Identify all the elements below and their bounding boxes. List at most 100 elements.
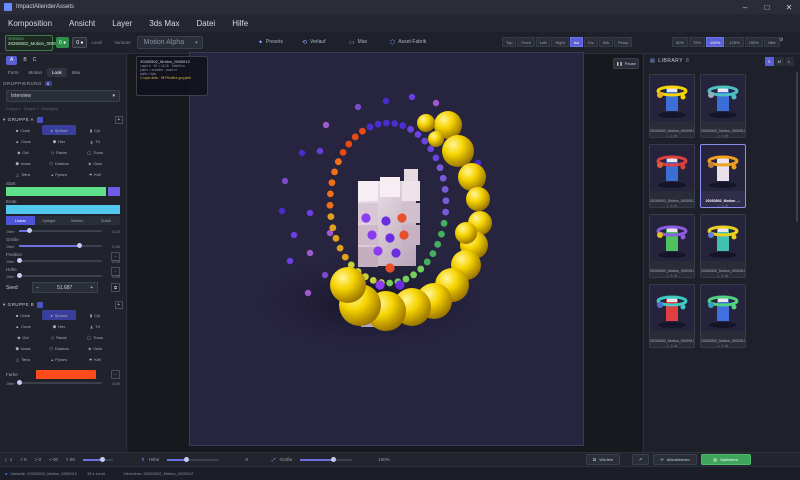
library-card[interactable]: 20260502_Motion_0000013 ◐ ◎ ⊕ xyxy=(700,284,746,348)
group-a-checkbox[interactable] xyxy=(36,116,43,123)
group-b-shape-octa[interactable]: ◈ Octa xyxy=(78,343,112,353)
group-a-shape-cyl[interactable]: ▮ Cyl xyxy=(78,125,112,135)
library-card-actions[interactable]: ◐ ◎ ⊕ xyxy=(650,344,694,347)
refresh-button[interactable]: ⟳ Aktualisieren xyxy=(653,454,697,465)
group-b-shape-oct[interactable]: ◆ Oct xyxy=(6,332,40,342)
library-card[interactable]: 20260502_Motion_... ◐ ◎ ⊕ xyxy=(700,144,746,208)
color-more-button[interactable]: ⋯ xyxy=(111,369,120,379)
count-chip-dark[interactable]: 0 ● xyxy=(72,37,88,48)
group-b-shape-cone[interactable]: ▲ Cone xyxy=(6,321,40,331)
group-b-shape-torus[interactable]: ◯ Torus xyxy=(78,332,112,342)
view-button-right[interactable]: Right xyxy=(551,37,569,47)
tab-motion[interactable]: Motion xyxy=(24,68,48,77)
zoom-button-75[interactable]: 75% xyxy=(689,37,706,47)
color-jitter-slider[interactable] xyxy=(16,380,102,385)
group-b-shape-sphere[interactable]: ● Sphere xyxy=(42,310,76,320)
timecode-1[interactable]: < 0 xyxy=(20,457,26,462)
library-card-actions[interactable]: ◐ ◎ ⊕ xyxy=(701,344,745,347)
size-slider[interactable] xyxy=(18,243,102,248)
group-a-shape-tetra[interactable]: △ Tetra xyxy=(6,169,40,179)
library-card[interactable]: 20260502_Motion_0000013 ◐ ◎ ⊕ xyxy=(649,214,695,278)
start-color-picker-icon[interactable] xyxy=(108,187,120,196)
group-a-shape-raute[interactable]: ◇ Raute xyxy=(42,147,76,157)
collapse-icon[interactable]: ▾ xyxy=(3,302,6,308)
tab-max[interactable]: Max xyxy=(67,68,86,77)
grouping-dropdown[interactable]: Interview ▾ xyxy=(6,90,120,102)
group-a-shape-hex[interactable]: ⬢ Hex xyxy=(42,136,76,146)
view-button-left[interactable]: Left xyxy=(535,37,551,47)
tab-look[interactable]: Look xyxy=(47,67,67,77)
position-slider[interactable] xyxy=(16,258,102,263)
group-a-shape-cube[interactable]: ■ Cube xyxy=(6,125,40,135)
color-swatch[interactable] xyxy=(35,369,96,379)
group-a-shape-cone[interactable]: ▲ Cone xyxy=(6,136,40,146)
zoom-button-50[interactable]: 50% xyxy=(672,37,689,47)
library-card-actions[interactable]: ◐ ◎ ⊕ xyxy=(650,274,694,277)
version-badge[interactable]: VERSION 20260502_Motion_0000012 xyxy=(5,34,64,51)
view-button-top[interactable]: Top xyxy=(502,37,517,47)
asset-factory-button[interactable]: ⬡ Asset-Fabrik xyxy=(384,36,432,48)
end-color-swatch[interactable] xyxy=(6,205,120,214)
group-a-header[interactable]: ▾ GRUPPE A + xyxy=(0,114,126,125)
mode-wellen[interactable]: Wellen xyxy=(63,216,92,225)
seed-stepper[interactable]: − 51.687 + xyxy=(31,282,98,293)
collapse-icon[interactable]: ▾ xyxy=(3,117,6,123)
zoom-button-150[interactable]: 150% xyxy=(744,37,763,47)
group-a-shape-torus[interactable]: ◯ Torus xyxy=(78,147,112,157)
time-slider[interactable] xyxy=(82,456,113,462)
library-card[interactable]: 20260502_Motion_0000013 ◐ ◎ ⊕ xyxy=(700,214,746,278)
size-m-button[interactable]: M xyxy=(775,56,784,66)
group-b-checkbox[interactable] xyxy=(37,301,44,308)
group-a-shape-oct[interactable]: ◆ Oct xyxy=(6,147,40,157)
view-button-iso[interactable]: Iso xyxy=(569,37,584,47)
menu-komposition[interactable]: Komposition xyxy=(8,19,52,28)
group-b-shape-dodeca[interactable]: ⬠ Dodeca xyxy=(42,343,76,353)
library-scrollbar[interactable] xyxy=(796,72,798,222)
library-card[interactable]: 20260502_Motion_0000013 ◐ ◎ ⊕ xyxy=(700,74,746,138)
layer-tab-a[interactable]: A xyxy=(6,55,18,65)
maximize-icon[interactable]: □ xyxy=(756,0,778,14)
max-button[interactable]: ▭ Max xyxy=(343,36,373,48)
variant-select[interactable]: Motion Alpha ▾ xyxy=(136,36,203,49)
group-b-shape-icosa[interactable]: ⬟ Icosa xyxy=(6,343,40,353)
group-a-shape-icosa[interactable]: ⬟ Icosa xyxy=(6,158,40,168)
library-card-actions[interactable]: ◐ ◎ ⊕ xyxy=(701,274,745,277)
library-card-actions[interactable]: ◐ ◎ ⊕ xyxy=(650,204,694,207)
group-a-add-button[interactable]: + xyxy=(115,115,123,124)
zoom-button-hilfe[interactable]: Hilfe xyxy=(763,37,780,47)
group-b-shape-raute[interactable]: ◇ Raute xyxy=(42,332,76,342)
library-card-actions[interactable]: ◐ ◎ ⊕ xyxy=(701,204,745,207)
seed-increment-button[interactable]: + xyxy=(87,285,97,291)
group-b-shape-cyl[interactable]: ▮ Cyl xyxy=(78,310,112,320)
size-s-button[interactable]: S xyxy=(765,56,774,66)
mode-linear[interactable]: Linear xyxy=(6,216,35,225)
mode-zufall[interactable]: Zufall xyxy=(91,216,120,225)
group-a-shape-sphere[interactable]: ● Sphere xyxy=(42,125,76,135)
start-color-bar[interactable] xyxy=(6,187,120,196)
seed-lock-icon[interactable]: ⧉ xyxy=(111,283,120,292)
group-b-shape-kell[interactable]: ⬘ Kell xyxy=(78,354,112,364)
view-button-front[interactable]: Front xyxy=(517,37,535,47)
library-card[interactable]: 20260502_Motion_0000013 ◐ ◎ ⊕ xyxy=(649,74,695,138)
timecode-4[interactable]: > 00 xyxy=(66,457,75,462)
save-button[interactable]: ▤ Speichern xyxy=(700,454,751,465)
zoom-button-125[interactable]: 125% xyxy=(725,37,744,47)
menu-layer[interactable]: Layer xyxy=(112,19,132,28)
height-slider[interactable] xyxy=(16,273,102,278)
group-a-shape-tri[interactable]: ◭ Tri xyxy=(78,136,112,146)
group-a-shape-octa[interactable]: ◈ Octa xyxy=(78,158,112,168)
minimize-icon[interactable]: – xyxy=(734,0,756,14)
group-a-shape-kell[interactable]: ⬘ Kell xyxy=(78,169,112,179)
group-b-add-button[interactable]: + xyxy=(115,300,123,309)
view-button-persp[interactable]: Persp xyxy=(614,37,633,47)
pause-button[interactable]: ❚❚ Pause xyxy=(613,58,639,69)
group-b-shape-tri[interactable]: ◭ Tri xyxy=(78,321,112,331)
menu-hilfe[interactable]: Hilfe xyxy=(232,19,248,28)
history-button[interactable]: ⟲ Verlauf xyxy=(296,36,332,48)
group-a-shape-dodeca[interactable]: ⬠ Dodeca xyxy=(42,158,76,168)
end-color-bar[interactable] xyxy=(6,205,120,214)
seed-decrement-button[interactable]: − xyxy=(33,285,43,291)
render-canvas[interactable] xyxy=(189,52,584,446)
settings-icon[interactable]: ⚙ xyxy=(779,37,783,43)
library-card-actions[interactable]: ◐ ◎ ⊕ xyxy=(650,134,694,137)
